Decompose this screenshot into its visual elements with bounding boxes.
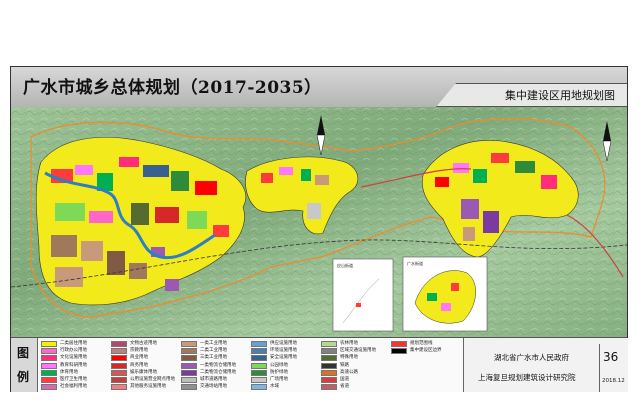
legend-swatch <box>111 341 127 347</box>
legend-label: 省道 <box>340 384 349 390</box>
west-parcel <box>143 165 169 177</box>
east-parcel <box>461 199 479 219</box>
legend-swatch <box>111 369 127 376</box>
west-parcel <box>187 211 207 229</box>
middle-parcel <box>301 169 311 181</box>
legend-swatch <box>41 362 57 369</box>
legend-swatch <box>251 362 267 369</box>
legend-swatch <box>41 341 57 347</box>
inset-map-guangshui <box>402 256 488 332</box>
east-parcel <box>463 227 475 241</box>
title-bar: 广水市城乡总体规划（2017-2035） 集中建设区用地规划图 <box>11 67 627 108</box>
legend-swatch <box>251 341 267 347</box>
legend-swatch <box>321 377 337 383</box>
legend-swatch <box>111 384 127 391</box>
legend-label: 集中建设区边界 <box>410 348 442 354</box>
east-parcel <box>483 211 499 233</box>
legend-swatch <box>181 362 197 369</box>
west-parcel <box>155 207 179 223</box>
map-frame: 广水市城乡总体规划（2017-2035） 集中建设区用地规划图 应山街道 广水街… <box>10 66 628 392</box>
east-parcel <box>473 169 487 183</box>
title-block: 湖北省广水市人民政府 上海复旦规划建筑设计研究院 36 2018.12 <box>463 338 628 392</box>
legend-swatch <box>181 384 197 391</box>
west-parcel <box>51 235 77 257</box>
plan-date: 2018.12 <box>602 378 625 384</box>
legend-label: 社会福利用地 <box>60 384 87 390</box>
middle-parcel <box>307 203 321 219</box>
west-parcel <box>55 203 85 221</box>
design-institute: 上海复旦规划建筑设计研究院 <box>478 373 576 382</box>
east-parcel <box>541 175 557 189</box>
legend-swatch <box>251 377 267 383</box>
legend-swatch <box>111 362 127 369</box>
west-parcel <box>81 241 103 261</box>
sheet-box: 36 2018.12 <box>599 344 628 392</box>
middle-parcel <box>279 167 293 175</box>
legend-swatch <box>41 369 57 376</box>
west-parcel <box>89 211 113 223</box>
legend-label: 其他服务设施用地 <box>130 384 166 390</box>
map-subtitle: 集中建设区用地规划图 <box>505 89 615 102</box>
inset-label-guangshui: 广水街道 <box>407 260 423 266</box>
legend-item: 其他服务设施用地 <box>111 383 187 391</box>
legend-swatch <box>111 377 127 383</box>
legend-swatch <box>251 369 267 376</box>
west-parcel <box>195 181 217 195</box>
legend-swatch <box>181 341 197 347</box>
east-parcel <box>435 177 449 187</box>
legend-header: 图 例 <box>11 338 38 392</box>
east-parcel <box>453 163 469 173</box>
legend-swatch <box>391 341 407 347</box>
legend-swatch <box>41 355 57 362</box>
legend-swatch <box>181 369 197 376</box>
legend-header-char: 例 <box>17 370 30 384</box>
legend-item: 省道 <box>321 383 397 391</box>
west-parcel <box>107 251 125 275</box>
legend-swatch <box>41 348 57 355</box>
legend-swatch <box>321 369 337 376</box>
legend-swatch <box>321 355 337 362</box>
middle-parcel <box>261 173 273 183</box>
legend-swatch <box>321 341 337 347</box>
west-parcel <box>131 203 149 225</box>
middle-parcel <box>315 175 329 185</box>
east-parcel <box>515 161 535 173</box>
west-parcel <box>75 165 93 175</box>
client-name: 湖北省广水市人民政府 <box>494 353 569 362</box>
legend-label: 交通场站用地 <box>200 384 227 390</box>
west-parcel <box>55 267 83 287</box>
legend-swatch <box>181 348 197 355</box>
legend-item: 社会福利用地 <box>41 383 117 391</box>
legend-swatch <box>181 355 197 362</box>
legend-swatch <box>321 384 337 391</box>
legend-swatch <box>111 348 127 355</box>
sheet-number: 36 <box>603 350 619 364</box>
legend-item: 水域 <box>251 383 327 391</box>
legend-swatch <box>41 377 57 383</box>
legend-header-char: 图 <box>17 346 30 360</box>
legend-swatch <box>251 355 267 362</box>
west-parcel <box>119 157 139 167</box>
legend-swatch <box>391 348 407 355</box>
map-title: 广水市城乡总体规划（2017-2035） <box>23 78 322 98</box>
legend: 图 例 二类居住用地 行政办公用地 文化设施用地 教育科研用地 体育用地 医疗卫生用地 社会… <box>11 337 628 392</box>
legend-label: 水域 <box>270 384 279 390</box>
legend-swatch <box>181 377 197 383</box>
west-parcel <box>165 279 179 291</box>
west-parcel <box>213 225 229 237</box>
legend-swatch <box>111 355 127 362</box>
legend-swatch <box>251 348 267 355</box>
west-parcel <box>171 171 189 191</box>
legend-swatch <box>251 384 267 391</box>
legend-swatch <box>321 362 337 369</box>
land-use-map: 应山街道 广水街道 <box>11 107 627 337</box>
inset-label-yingshan: 应山街道 <box>337 262 353 268</box>
legend-item: 交通场站用地 <box>181 383 257 391</box>
legend-swatch <box>41 384 57 391</box>
east-parcel <box>491 153 509 163</box>
legend-item: 集中建设区边界 <box>391 347 467 355</box>
legend-swatch <box>321 348 337 355</box>
inset-map-yingshan <box>332 258 394 332</box>
west-parcel <box>129 263 147 279</box>
